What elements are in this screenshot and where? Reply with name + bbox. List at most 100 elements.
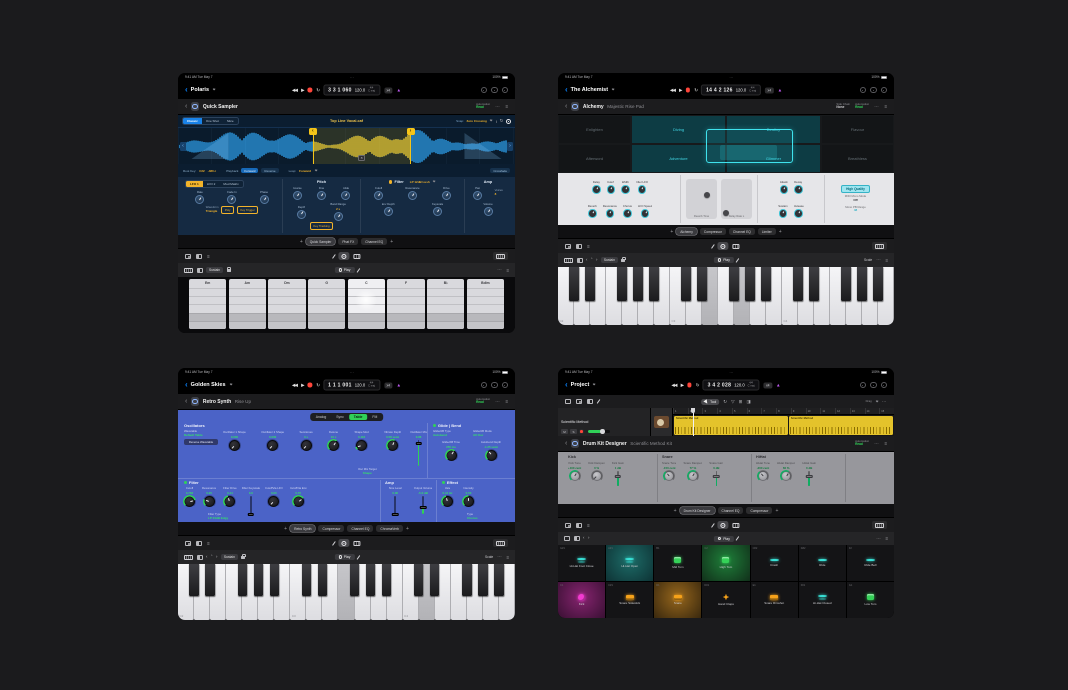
- xy-pad-delay[interactable]: Delay Rate L: [721, 179, 752, 219]
- tab-slice[interactable]: Slice: [223, 118, 238, 124]
- controls-view-button[interactable]: [338, 252, 349, 260]
- play-button[interactable]: ▶: [679, 87, 682, 93]
- list-icon[interactable]: ≡: [505, 104, 508, 109]
- controls-view-button[interactable]: [718, 242, 729, 250]
- cycle-button[interactable]: ↻: [696, 382, 699, 388]
- osc-mix-target-field[interactable]: Osc Mix TargetShape: [358, 468, 377, 476]
- octave-up-button[interactable]: ›: [216, 555, 217, 559]
- browser-icon[interactable]: [502, 87, 509, 94]
- chain-plugin-channel-eq[interactable]: Channel EQ: [347, 525, 373, 532]
- camera-icon[interactable]: [185, 254, 191, 259]
- octave-center-button[interactable]: ˆ: [591, 258, 592, 262]
- scale-button[interactable]: Scale: [485, 555, 493, 559]
- browser-panel-icon[interactable]: [576, 523, 582, 528]
- key-tracking-button[interactable]: Key Tracking: [310, 222, 333, 230]
- midi-mono-field[interactable]: MIDI Mono ModeOff: [845, 195, 866, 203]
- marquee-icon[interactable]: I: [496, 119, 497, 124]
- key-trigger-button[interactable]: Key Trigger: [237, 206, 258, 214]
- knob-dial-sustain[interactable]: [779, 209, 788, 218]
- project-title[interactable]: Polaris: [191, 87, 209, 93]
- track-volume-slider[interactable]: [588, 430, 610, 433]
- knob-dial-cutoff[interactable]: [184, 496, 195, 507]
- tab-fm[interactable]: FM: [367, 414, 382, 420]
- tab-mod-matrix[interactable]: Mod Matrix: [219, 181, 242, 187]
- browser-panel-icon[interactable]: [196, 541, 202, 546]
- loop-options-box[interactable]: ×: [358, 155, 365, 162]
- lfo-waveform-field[interactable]: WaveformTriangle: [206, 206, 219, 214]
- tune-value[interactable]: -480 c: [208, 169, 217, 173]
- piano-key-black[interactable]: [569, 267, 578, 301]
- automation-mode[interactable]: AutomationRead: [476, 398, 490, 405]
- drum-pad-hi-hat-open[interactable]: A#1Hi-Hat Open: [606, 545, 653, 581]
- list-icon[interactable]: ≡: [587, 244, 590, 249]
- knob-dial-oscillator-1-shape[interactable]: [229, 440, 240, 451]
- knob-dial-resonance[interactable]: [606, 209, 615, 218]
- tab-lfo-1[interactable]: LFO 1: [186, 181, 203, 187]
- pencil-icon[interactable]: [711, 244, 715, 249]
- plugin-power-icon[interactable]: [191, 102, 200, 111]
- tab-classic[interactable]: Classic: [183, 118, 202, 124]
- midi-region[interactable]: Scientific Method: [789, 416, 893, 435]
- knob-dial-phase[interactable]: [260, 195, 269, 204]
- transform-zone-enlighten[interactable]: Enlighten: [558, 115, 631, 144]
- knob-dial-fine[interactable]: [317, 191, 326, 200]
- camera-icon[interactable]: [565, 244, 571, 249]
- piano-key-black[interactable]: [745, 267, 754, 301]
- effect-type-field[interactable]: TypeChorus: [467, 513, 478, 521]
- transform-zone-afterword[interactable]: Afterword: [558, 144, 631, 173]
- keyboard-toggle-button[interactable]: [493, 539, 508, 547]
- playback-forward-button[interactable]: Forward: [241, 168, 258, 174]
- camera-icon[interactable]: [185, 541, 191, 546]
- browser-icon[interactable]: [881, 87, 888, 94]
- lcd-display[interactable]: 3 3 1 060 120.0 4/4C maj: [323, 85, 380, 96]
- pencil-icon[interactable]: [711, 523, 715, 528]
- filter-power-dot[interactable]: [184, 481, 187, 484]
- knob-dial-filter-lfo[interactable]: [638, 185, 647, 194]
- piano-key-black[interactable]: [430, 564, 439, 596]
- knob-dial-cutoff[interactable]: [374, 191, 383, 200]
- drum-pad-high-tom[interactable]: C2High Tom: [702, 545, 749, 581]
- loop-icon[interactable]: ↻: [500, 118, 504, 124]
- settings-icon[interactable]: [491, 382, 498, 389]
- pads-page-right-button[interactable]: ›: [588, 536, 589, 540]
- knob-dial-reverb[interactable]: [588, 209, 597, 218]
- browser-panel-icon[interactable]: [587, 399, 593, 404]
- record-button[interactable]: [308, 383, 313, 388]
- keyboard-toggle-button[interactable]: [872, 521, 887, 529]
- cycle-button[interactable]: ↻: [316, 382, 319, 388]
- add-plugin-button[interactable]: +: [284, 526, 287, 532]
- chord-strip-b[interactable]: B♭: [427, 279, 464, 329]
- lock-icon[interactable]: [621, 259, 625, 262]
- piano-key-black[interactable]: [254, 564, 263, 596]
- transform-selection-frame[interactable]: [706, 129, 793, 163]
- list-icon[interactable]: ≡: [207, 541, 210, 546]
- slider-track-kick-gain[interactable]: [617, 471, 619, 486]
- back-chevron-icon[interactable]: ‹: [185, 381, 188, 389]
- knob-dial-autobend-depth[interactable]: [486, 450, 497, 461]
- playback-reverse-button[interactable]: Reverse: [261, 168, 278, 174]
- knob-dial-intensity[interactable]: [463, 496, 474, 507]
- chord-strip-dm[interactable]: Dm: [268, 279, 305, 329]
- chain-plugin-compressor[interactable]: Compressor: [318, 525, 344, 532]
- chain-plugin-compressor[interactable]: Compressor: [746, 507, 772, 514]
- piano-key-black[interactable]: [350, 564, 359, 596]
- piano-key-black[interactable]: [270, 564, 279, 596]
- pads-page-left-button[interactable]: ‹: [583, 536, 584, 540]
- knob-dial-vibrato-depth[interactable]: [387, 440, 398, 451]
- play-surface-button[interactable]: Play: [714, 257, 734, 263]
- record-button[interactable]: [308, 88, 313, 93]
- more-icon[interactable]: ⋯: [495, 104, 500, 110]
- project-title[interactable]: Golden Skies: [191, 382, 226, 388]
- loop-end-handle[interactable]: ›: [407, 128, 415, 135]
- knob-dial-kick-dampen[interactable]: [592, 471, 602, 481]
- chord-strip-f[interactable]: F: [387, 279, 424, 329]
- more-icon[interactable]: ⋯: [876, 257, 881, 263]
- knob-dial-delay[interactable]: [592, 185, 601, 194]
- piano-key-black[interactable]: [382, 564, 391, 596]
- add-plugin-button[interactable]: +: [674, 508, 677, 514]
- piano-key-black[interactable]: [857, 267, 866, 301]
- more-icon[interactable]: ⋯: [882, 399, 887, 405]
- settings-icon[interactable]: [870, 87, 877, 94]
- piano-key-black[interactable]: [205, 564, 214, 596]
- tab-lfo-2[interactable]: LFO 2: [203, 181, 220, 187]
